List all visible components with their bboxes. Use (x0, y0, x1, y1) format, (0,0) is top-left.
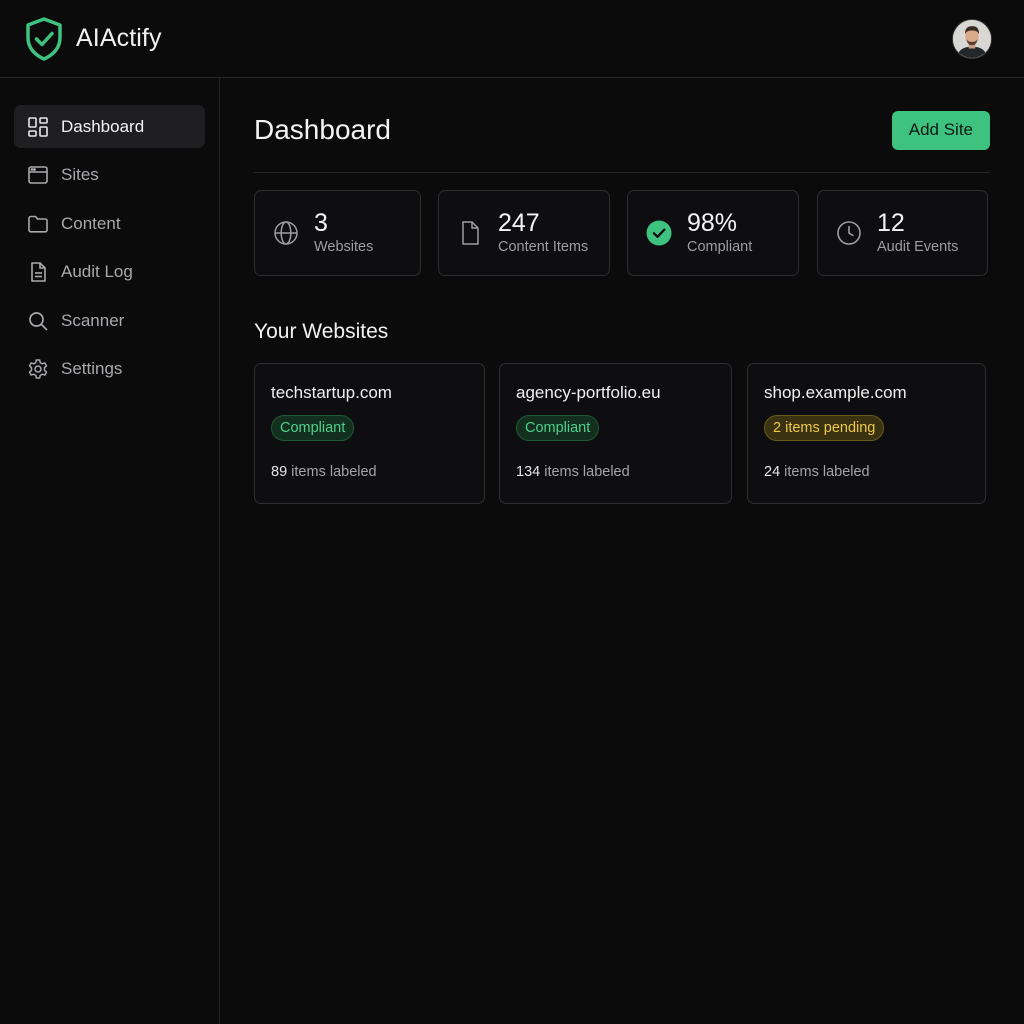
stat-card-audit-events[interactable]: 12 Audit Events (817, 190, 988, 276)
sidebar-item-label: Content (61, 213, 121, 233)
user-avatar[interactable] (952, 18, 992, 59)
stats-row: 3 Websites 247 Content Items 98% Complia… (254, 190, 990, 276)
page-title: Dashboard (254, 114, 391, 145)
site-count-number: 134 (516, 464, 541, 480)
site-items-count: 134 items labeled (516, 464, 715, 480)
status-badge: Compliant (271, 415, 355, 441)
sidebar-item-label: Dashboard (61, 116, 145, 136)
sidebar-item-settings[interactable]: Settings (14, 348, 205, 391)
stat-value: 12 (877, 209, 905, 237)
browser-window-icon (27, 164, 49, 186)
sidebar-item-scanner[interactable]: Scanner (14, 299, 205, 342)
site-card-techstartup[interactable]: techstartup.com Compliant 89 items label… (254, 363, 485, 504)
site-count-suffix: items labeled (291, 464, 377, 480)
stat-card-compliant[interactable]: 98% Compliant (627, 190, 799, 276)
site-count-suffix: items labeled (544, 464, 630, 480)
stat-card-content-items[interactable]: 247 Content Items (438, 190, 610, 276)
brand[interactable]: AIActify (24, 16, 162, 62)
sidebar-item-label: Sites (61, 165, 99, 184)
stat-card-websites[interactable]: 3 Websites (254, 190, 421, 276)
file-icon (456, 219, 484, 247)
site-count-number: 24 (764, 464, 781, 480)
site-card-shop-example[interactable]: shop.example.com 2 items pending 24 item… (747, 363, 986, 504)
sidebar: Dashboard Sites Content Audit Log Scanne… (0, 78, 220, 1024)
site-domain: agency-portfolio.eu (516, 383, 661, 402)
sidebar-item-label: Audit Log (61, 262, 133, 281)
app-name: AIActify (76, 24, 162, 52)
clock-icon (835, 219, 863, 247)
dashboard-icon (27, 116, 49, 138)
stat-label: Websites (314, 239, 374, 255)
sidebar-item-audit-log[interactable]: Audit Log (14, 251, 205, 294)
search-icon (27, 310, 49, 332)
stat-label: Compliant (687, 239, 753, 255)
status-badge: Compliant (516, 415, 600, 441)
site-count-number: 89 (271, 464, 288, 480)
site-items-count: 89 items labeled (271, 464, 468, 480)
stat-value: 98% (687, 209, 738, 237)
folder-icon (27, 213, 49, 235)
site-domain: shop.example.com (764, 383, 907, 402)
page-header: Dashboard Add Site (254, 78, 990, 173)
shield-check-icon (26, 16, 62, 61)
site-items-count: 24 items labeled (764, 464, 969, 480)
globe-icon (272, 219, 300, 247)
sidebar-item-dashboard[interactable]: Dashboard (14, 105, 205, 148)
gear-icon (27, 358, 49, 380)
top-bar: AIActify (0, 0, 1024, 78)
sidebar-item-content[interactable]: Content (14, 202, 205, 245)
site-count-suffix: items labeled (784, 464, 870, 480)
document-icon (27, 261, 49, 283)
stat-label: Audit Events (877, 239, 959, 255)
sidebar-item-label: Scanner (61, 310, 125, 330)
add-site-button[interactable]: Add Site (891, 110, 990, 150)
check-circle-icon (645, 219, 673, 247)
site-domain: techstartup.com (271, 383, 392, 402)
websites-section-title: Your Websites (254, 320, 389, 343)
websites-grid: techstartup.com Compliant 89 items label… (254, 363, 990, 504)
stat-label: Content Items (498, 239, 589, 255)
stat-value: 3 (314, 209, 328, 237)
sidebar-item-sites[interactable]: Sites (14, 154, 205, 197)
site-card-agency-portfolio[interactable]: agency-portfolio.eu Compliant 134 items … (499, 363, 732, 504)
status-badge: 2 items pending (764, 415, 885, 441)
stat-value: 247 (498, 209, 540, 237)
sidebar-item-label: Settings (61, 359, 123, 378)
main-content: Dashboard Add Site 3 Websites 247 Conten… (254, 78, 990, 504)
